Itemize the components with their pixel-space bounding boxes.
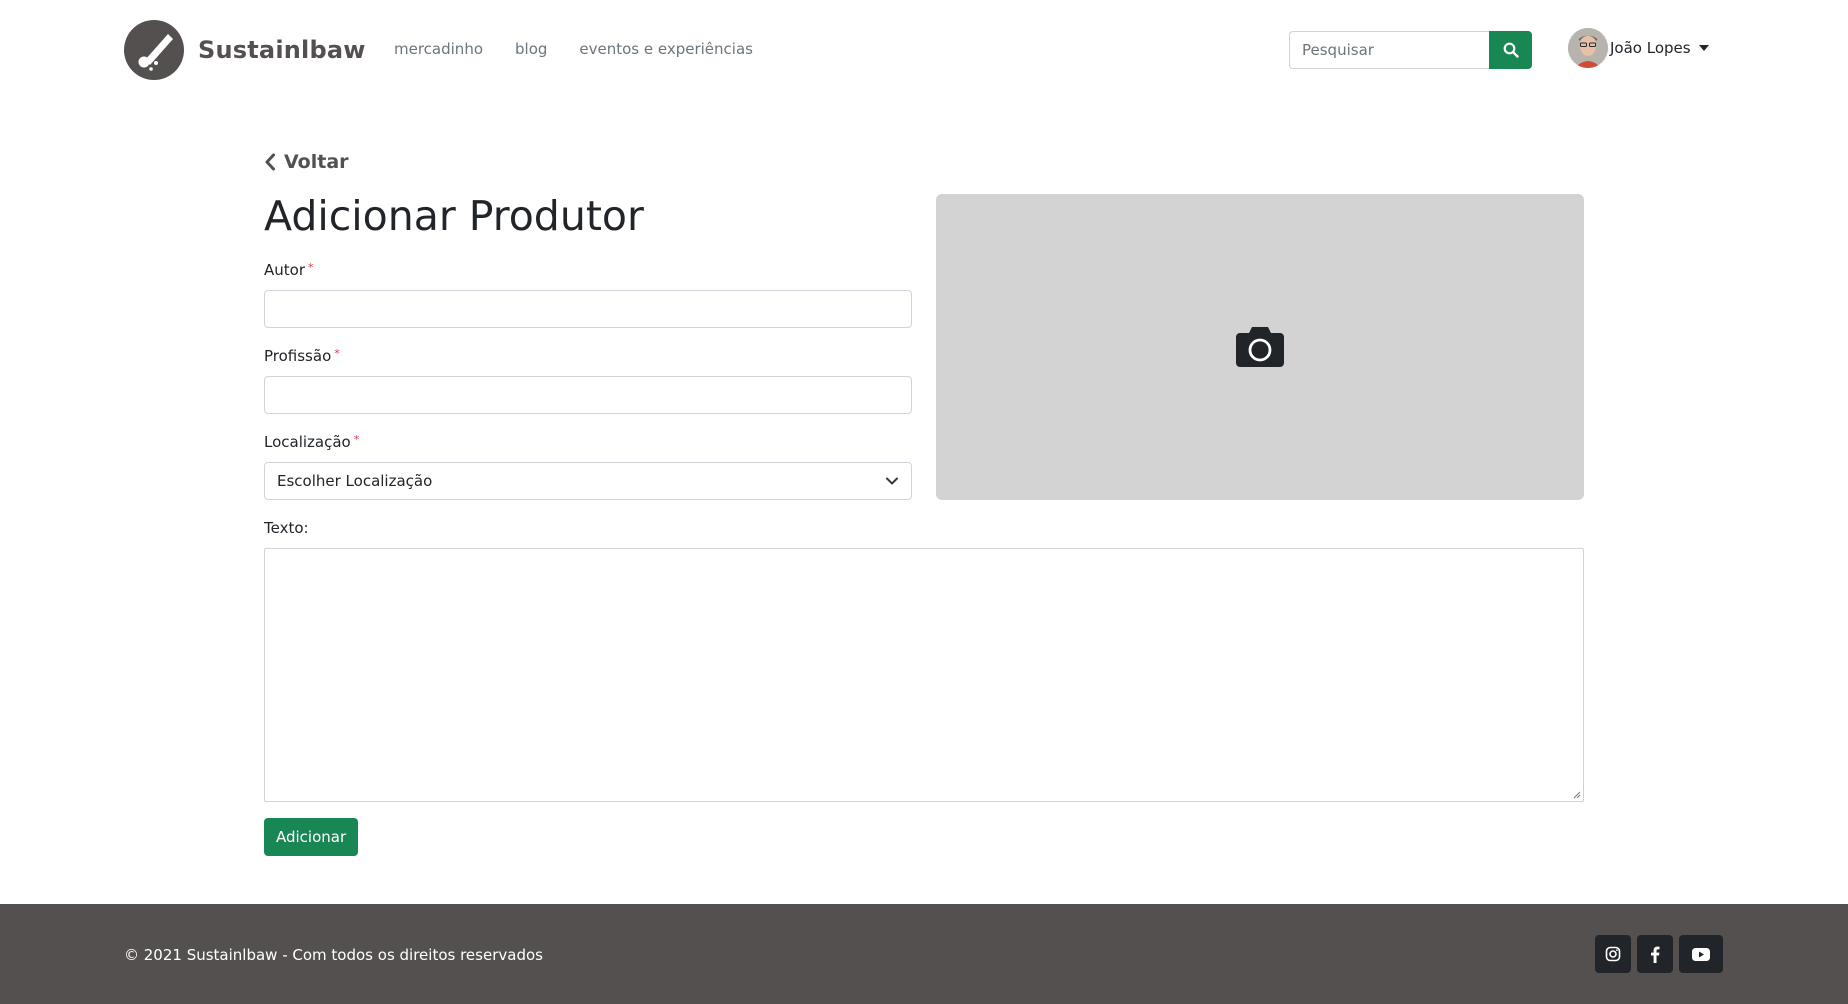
caret-down-icon: [1698, 45, 1709, 51]
search-icon: [1503, 42, 1519, 58]
facebook-icon: [1651, 946, 1660, 963]
submit-button[interactable]: Adicionar: [264, 818, 359, 856]
brand-name: Sustainlbaw: [198, 36, 366, 64]
required-mark: *: [353, 433, 360, 446]
resize-handle-icon[interactable]: [1573, 791, 1581, 799]
social-links: [1595, 935, 1729, 973]
back-link[interactable]: Voltar: [264, 151, 349, 173]
chevron-left-icon: [265, 153, 275, 171]
search-input[interactable]: [1289, 31, 1489, 69]
instagram-link[interactable]: [1595, 935, 1631, 973]
avatar-photo: [1568, 28, 1608, 68]
location-label: Localização *: [264, 433, 359, 451]
user-name: João Lopes: [1610, 39, 1691, 57]
required-mark: *: [334, 347, 340, 360]
nav-link-blog[interactable]: blog: [515, 40, 547, 58]
location-label-text: Localização: [264, 433, 351, 451]
brand-link[interactable]: Sustainlbaw: [124, 20, 366, 80]
facebook-link[interactable]: [1637, 935, 1673, 973]
search-form: [1289, 31, 1532, 69]
search-button[interactable]: [1489, 31, 1532, 69]
image-upload-area[interactable]: [936, 194, 1584, 500]
footer: © 2021 Sustainlbaw - Com todos os direit…: [0, 904, 1848, 1004]
text-label: Texto:: [264, 519, 309, 537]
author-label: Autor *: [264, 261, 314, 279]
copyright-text: © 2021 Sustainlbaw - Com todos os direit…: [124, 946, 543, 964]
user-menu[interactable]: João Lopes: [1568, 28, 1709, 68]
chevron-down-icon: [886, 477, 898, 485]
page-title: Adicionar Produtor: [264, 192, 644, 240]
navbar: Sustainlbaw mercadinho blog eventos e ex…: [0, 0, 1848, 100]
location-select[interactable]: Escolher Localização: [264, 462, 912, 500]
instagram-icon: [1605, 946, 1621, 962]
youtube-link[interactable]: [1679, 935, 1723, 973]
avatar: [1568, 28, 1608, 68]
location-select-value: Escolher Localização: [277, 472, 433, 490]
text-textarea[interactable]: [264, 548, 1584, 802]
author-label-text: Autor: [264, 261, 305, 279]
nav-link-mercadinho[interactable]: mercadinho: [394, 40, 483, 58]
profession-input[interactable]: [264, 376, 912, 414]
author-input[interactable]: [264, 290, 912, 328]
profession-label: Profissão *: [264, 347, 340, 365]
camera-icon: [1236, 327, 1284, 367]
main-nav: mercadinho blog eventos e experiências: [394, 40, 785, 58]
brand-logo-icon: [124, 20, 184, 80]
nav-link-eventos[interactable]: eventos e experiências: [579, 40, 753, 58]
youtube-icon: [1692, 947, 1710, 961]
profession-label-text: Profissão: [264, 347, 332, 365]
back-label: Voltar: [284, 151, 349, 173]
required-mark: *: [308, 261, 314, 274]
